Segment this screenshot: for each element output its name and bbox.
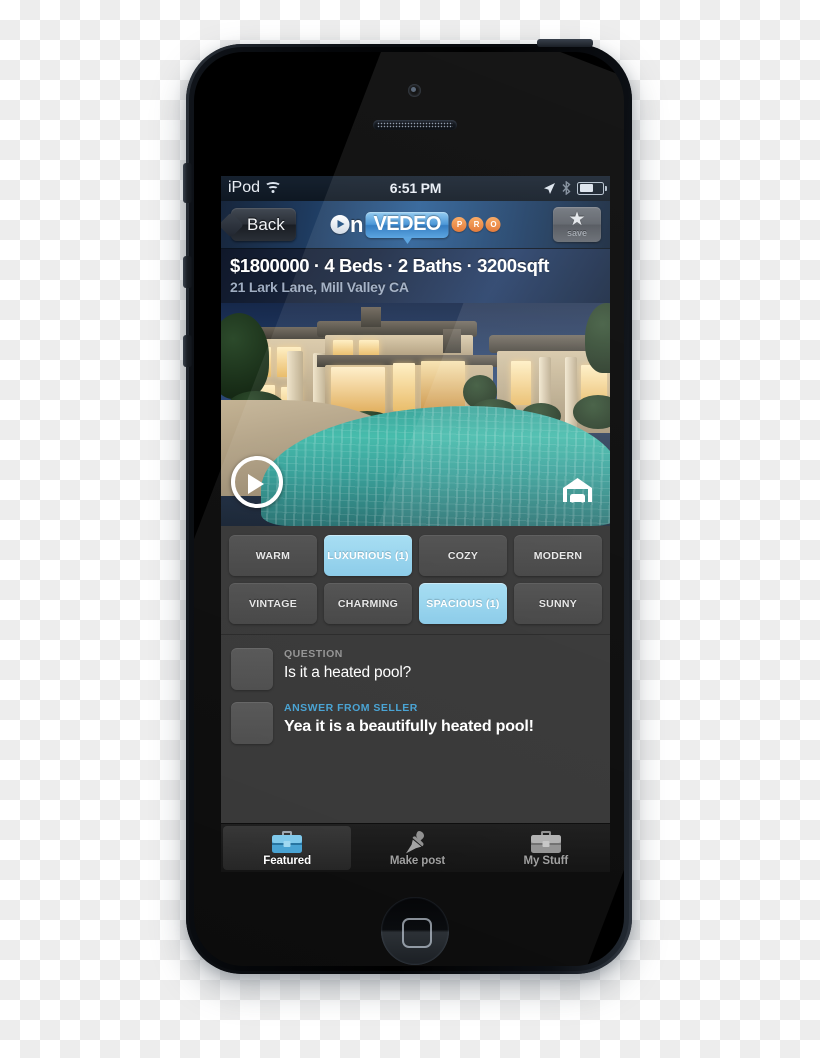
tag-cozy[interactable]: COZY <box>419 535 507 576</box>
navigation-bar: Back n VEDEO P R O ★ save <box>221 201 610 249</box>
tag-grid: WARM LUXURIOUS (1) COZY MODERN VINTAGE C… <box>221 526 610 634</box>
volume-down-button[interactable] <box>183 335 192 367</box>
logo-pro-badge: P R O <box>451 217 501 232</box>
logo-pro-p: P <box>451 217 467 232</box>
tag-luxurious[interactable]: LUXURIOUS (1) <box>324 535 412 576</box>
briefcase-icon <box>271 830 303 854</box>
tag-spacious[interactable]: SPACIOUS (1) <box>419 583 507 624</box>
tab-make-post-label: Make post <box>389 854 446 867</box>
window <box>393 363 415 411</box>
chimney <box>361 307 381 327</box>
tag-modern[interactable]: MODERN <box>514 535 602 576</box>
status-bar: iPod 6:51 PM <box>221 176 610 201</box>
tag-vintage[interactable]: VINTAGE <box>229 583 317 624</box>
device-screen: iPod 6:51 PM Back n VEDEO P R O ★ save $… <box>221 176 610 872</box>
logo-pro-r: R <box>468 217 484 232</box>
property-header: $1800000 · 4 Beds · 2 Baths · 3200sqft 2… <box>221 249 610 303</box>
status-bar-right <box>543 181 607 195</box>
tag-sunny[interactable]: SUNNY <box>514 583 602 624</box>
logo-n-letter: n <box>350 211 363 237</box>
answer-body: ANSWER FROM SELLER Yea it is a beautiful… <box>284 702 600 744</box>
pushpin-icon <box>403 830 431 854</box>
play-icon <box>330 215 350 234</box>
battery-icon <box>577 181 607 195</box>
back-button[interactable]: Back <box>231 208 296 241</box>
tab-make-post[interactable]: Make post <box>353 824 481 872</box>
tab-my-stuff-label: My Stuff <box>523 854 569 867</box>
answer-avatar <box>231 702 273 744</box>
question-row[interactable]: QUESTION Is it a heated pool? <box>221 643 610 697</box>
star-icon: ★ <box>568 208 586 230</box>
home-button-square-icon <box>402 918 432 948</box>
save-button[interactable]: ★ save <box>553 207 601 242</box>
window <box>333 340 353 356</box>
app-logo: n VEDEO P R O <box>330 210 501 244</box>
location-arrow-icon <box>544 182 555 194</box>
question-text: Is it a heated pool? <box>284 664 411 681</box>
property-address: 21 Lark Lane, Mill Valley CA <box>230 279 409 295</box>
question-avatar <box>231 648 273 690</box>
tag-charming[interactable]: CHARMING <box>324 583 412 624</box>
garage-icon[interactable] <box>561 476 594 504</box>
bottom-tab-bar: Featured Make post My Stuff <box>221 823 610 872</box>
logo-on-text: n <box>330 211 363 238</box>
tab-my-stuff[interactable]: My Stuff <box>482 824 610 872</box>
window <box>359 340 379 356</box>
tab-featured[interactable]: Featured <box>223 826 352 870</box>
question-kicker: QUESTION <box>284 648 343 660</box>
question-answer-list: QUESTION Is it a heated pool? ANSWER FRO… <box>221 634 610 751</box>
answer-text: Yea it is a beautifully heated pool! <box>284 718 534 735</box>
back-button-label: Back <box>247 214 285 234</box>
save-button-label: save <box>566 227 588 238</box>
answer-kicker: ANSWER FROM SELLER <box>284 702 418 714</box>
front-camera-lens <box>411 87 416 92</box>
bluetooth-icon <box>562 181 571 195</box>
question-body: QUESTION Is it a heated pool? <box>284 648 600 690</box>
property-headline: $1800000 · 4 Beds · 2 Baths · 3200sqft <box>230 255 549 276</box>
property-video-thumbnail[interactable] <box>221 303 610 526</box>
earpiece-speaker-mesh <box>377 122 453 128</box>
tag-warm[interactable]: WARM <box>229 535 317 576</box>
mute-switch[interactable] <box>183 163 192 203</box>
logo-vedeo-bubble: VEDEO <box>365 211 449 244</box>
briefcase-icon <box>530 830 562 854</box>
power-button[interactable] <box>537 39 593 47</box>
logo-pro-o: O <box>485 217 501 232</box>
play-triangle-icon <box>248 474 264 494</box>
volume-up-button[interactable] <box>183 256 192 288</box>
tab-featured-label: Featured <box>263 854 312 867</box>
answer-row[interactable]: ANSWER FROM SELLER Yea it is a beautiful… <box>221 697 610 751</box>
